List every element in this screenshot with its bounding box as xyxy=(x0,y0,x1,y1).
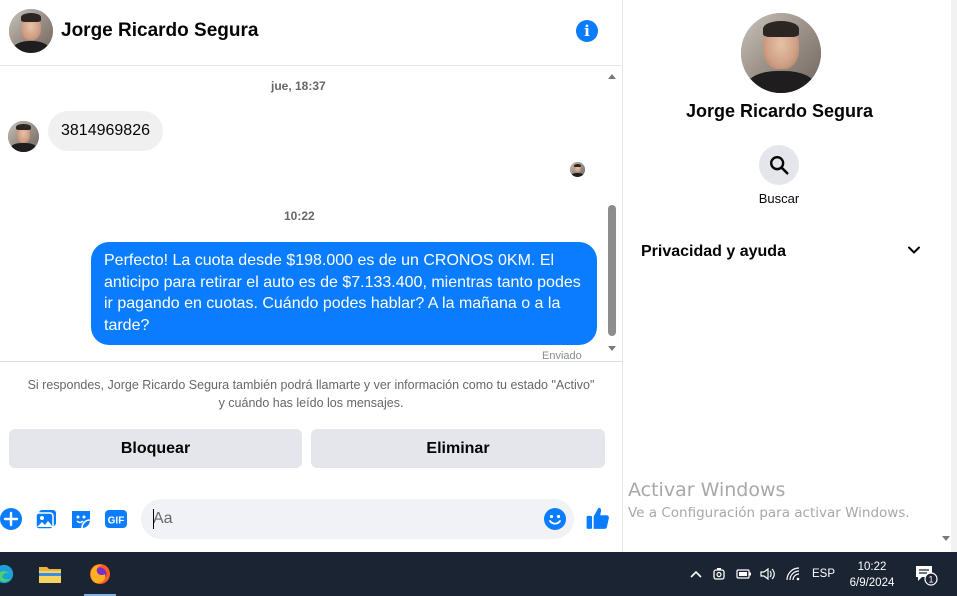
chevron-down-icon xyxy=(907,243,921,262)
info-icon[interactable]: i xyxy=(576,20,598,42)
privacy-help-section[interactable]: Privacidad y ayuda xyxy=(641,240,921,264)
scroll-down-arrow[interactable] xyxy=(608,346,616,351)
input-language-indicator[interactable]: ESP xyxy=(812,552,835,596)
conversation-details-pane: Jorge Ricardo Segura Buscar Privacidad y… xyxy=(622,0,957,552)
chat-pane: Jorge Ricardo Segura i jue, 18:37 381496… xyxy=(0,0,622,552)
activation-watermark-subtitle: Ve a Configuración para activar Windows. xyxy=(628,505,910,521)
block-button[interactable]: Bloquear xyxy=(9,429,302,468)
gif-icon[interactable]: GIF xyxy=(104,507,128,531)
like-icon[interactable] xyxy=(585,505,611,531)
app-window: Jorge Ricardo Segura i jue, 18:37 381496… xyxy=(0,0,957,596)
clock-time: 10:22 xyxy=(857,561,887,573)
seen-indicator-avatar xyxy=(570,162,585,177)
show-hidden-icons[interactable] xyxy=(690,552,702,596)
notification-count: 1 xyxy=(928,575,933,585)
wifi-icon[interactable] xyxy=(786,552,802,596)
search-icon[interactable] xyxy=(759,145,799,185)
search-label[interactable]: Buscar xyxy=(729,191,829,206)
edge-icon[interactable] xyxy=(0,552,16,596)
activation-watermark-title: Activar Windows xyxy=(628,479,786,501)
scrollbar-track[interactable] xyxy=(951,0,957,552)
firefox-icon[interactable] xyxy=(78,552,122,596)
camera-icon[interactable] xyxy=(712,552,728,596)
sticker-icon[interactable] xyxy=(69,507,93,531)
notification-center-icon[interactable]: 1 xyxy=(914,564,938,586)
profile-avatar[interactable] xyxy=(741,13,821,93)
windows-taskbar: ESP 10:22 6/9/2024 1 xyxy=(0,552,957,596)
scrollbar-thumb[interactable] xyxy=(608,205,616,336)
privacy-notice-line: Si respondes, Jorge Ricardo Segura tambi… xyxy=(27,378,595,392)
plus-icon[interactable] xyxy=(0,507,23,531)
taskbar-clock[interactable]: 10:22 6/9/2024 xyxy=(845,559,899,591)
file-explorer-icon[interactable] xyxy=(28,552,72,596)
sender-avatar xyxy=(8,121,39,152)
battery-icon[interactable] xyxy=(736,552,752,596)
message-input[interactable] xyxy=(153,499,533,539)
contact-name[interactable]: Jorge Ricardo Segura xyxy=(61,20,258,42)
gif-label: GIF xyxy=(108,516,125,527)
text-caret xyxy=(153,509,154,529)
chat-header: Jorge Ricardo Segura i xyxy=(0,0,622,66)
privacy-help-label: Privacidad y ayuda xyxy=(641,243,786,260)
volume-icon[interactable] xyxy=(760,552,776,596)
photo-icon[interactable] xyxy=(34,507,58,531)
profile-name[interactable]: Jorge Ricardo Segura xyxy=(623,101,936,122)
delete-button[interactable]: Eliminar xyxy=(311,429,605,468)
outgoing-message-bubble[interactable]: Perfecto! La cuota desde $198.000 es de … xyxy=(91,242,597,345)
scroll-down-arrow[interactable] xyxy=(942,536,950,541)
emoji-icon[interactable] xyxy=(543,507,567,531)
privacy-notice-line: y cuándo has leído los mensajes. xyxy=(218,396,404,410)
message-timestamp: 10:22 xyxy=(284,209,315,223)
message-timestamp: jue, 18:37 xyxy=(271,79,326,93)
incoming-message-bubble[interactable]: 3814969826 xyxy=(48,111,163,151)
scroll-up-arrow[interactable] xyxy=(608,74,616,79)
message-input-container[interactable] xyxy=(141,499,574,539)
contact-avatar[interactable] xyxy=(9,9,53,53)
privacy-notice: Si respondes, Jorge Ricardo Segura tambi… xyxy=(0,361,622,413)
clock-date: 6/9/2024 xyxy=(849,577,895,589)
